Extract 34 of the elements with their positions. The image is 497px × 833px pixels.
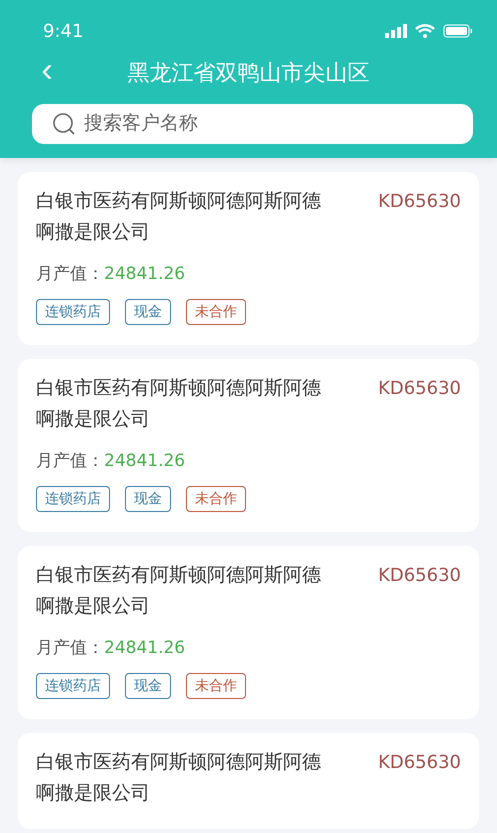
status-time: 9:41 (43, 20, 84, 42)
customer-tag: 连锁药店 (36, 299, 110, 325)
customer-code: KD65630 (378, 190, 461, 214)
wifi-icon (415, 24, 435, 38)
customer-tag: 现金 (125, 299, 171, 325)
search-icon (52, 112, 76, 136)
customer-card[interactable]: 白银市医药有阿斯顿阿德阿斯阿德啊撒是限公司 KD65630 月产值：24841.26 连锁药店 现金 未合作 (18, 359, 479, 532)
customer-code: KD65630 (378, 377, 461, 401)
customer-tag: 未合作 (186, 673, 246, 699)
customer-tag: 未合作 (186, 486, 246, 512)
output-value: 24841.26 (104, 638, 186, 658)
search-field[interactable]: 搜索客户名称 (32, 104, 473, 144)
customer-card[interactable]: 白银市医药有阿斯顿阿德阿斯阿德啊撒是限公司 KD65630 月产值：24841.26 连锁药店 现金 未合作 (18, 172, 479, 345)
customer-tag: 连锁药店 (36, 673, 110, 699)
output-value: 24841.26 (104, 451, 186, 471)
customer-name: 白银市医药有阿斯顿阿德阿斯阿德啊撒是限公司 (36, 189, 322, 245)
customer-card[interactable]: 白银市医药有阿斯顿阿德阿斯阿德啊撒是限公司 KD65630 (18, 733, 479, 829)
customer-code: KD65630 (378, 564, 461, 588)
customer-name: 白银市医药有阿斯顿阿德阿斯阿德啊撒是限公司 (36, 750, 322, 806)
customer-tag: 未合作 (186, 299, 246, 325)
customer-tag: 连锁药店 (36, 486, 110, 512)
customer-tag: 现金 (125, 486, 171, 512)
customer-name: 白银市医药有阿斯顿阿德阿斯阿德啊撒是限公司 (36, 376, 322, 432)
output-label: 月产值： (36, 263, 104, 285)
page-title: 黑龙江省双鸭山市尖山区 (126, 60, 370, 88)
customer-code: KD65630 (378, 751, 461, 775)
output-label: 月产值： (36, 637, 104, 659)
output-label: 月产值： (36, 450, 104, 472)
battery-icon (443, 24, 473, 38)
signal-icon (385, 24, 407, 38)
output-value: 24841.26 (104, 264, 186, 284)
customer-name: 白银市医药有阿斯顿阿德阿斯阿德啊撒是限公司 (36, 563, 322, 619)
customer-tag: 现金 (125, 673, 171, 699)
customer-card[interactable]: 白银市医药有阿斯顿阿德阿斯阿德啊撒是限公司 KD65630 月产值：24841.26 连锁药店 现金 未合作 (18, 546, 479, 719)
